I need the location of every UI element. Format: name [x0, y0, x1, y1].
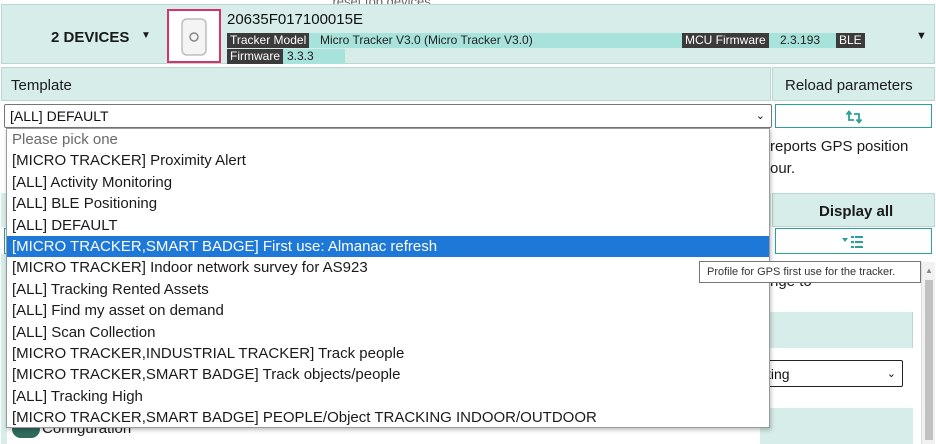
description-line-1: reports GPS position — [770, 138, 909, 155]
reload-icon — [845, 110, 863, 124]
devices-count-label[interactable]: 2 DEVICES — [51, 29, 129, 46]
template-dropdown-list[interactable]: Please pick one [MICRO TRACKER] Proximity… — [6, 128, 770, 428]
caret-down-icon[interactable]: ▼ — [141, 30, 151, 41]
device-info-strip: Tracker Model Micro Tracker V3.0 (Micro … — [227, 33, 865, 48]
dropdown-option[interactable]: [MICRO TRACKER,SMART BADGE] First use: A… — [7, 235, 769, 258]
tracker-model-value: Micro Tracker V3.0 (Micro Tracker V3.0) — [320, 33, 533, 47]
dropdown-option[interactable]: [ALL] Activity Monitoring — [7, 172, 769, 193]
teal-band — [760, 312, 913, 348]
option-tooltip: Profile for GPS first use for the tracke… — [699, 261, 921, 283]
ble-tag: BLE — [836, 33, 865, 48]
dropdown-option[interactable]: [MICRO TRACKER] Proximity Alert — [7, 150, 769, 171]
dropdown-option[interactable]: [MICRO TRACKER,INDUSTRIAL TRACKER] Track… — [7, 343, 769, 364]
dropdown-option[interactable]: [MICRO TRACKER,SMART BADGE] Track object… — [7, 364, 769, 385]
reload-button[interactable] — [775, 104, 932, 128]
dropdown-option[interactable]: [MICRO TRACKER,SMART BADGE] PEOPLE/Objec… — [7, 407, 769, 427]
dropdown-option[interactable]: [ALL] Tracking Rented Assets — [7, 279, 769, 300]
dropdown-option[interactable]: [ALL] DEFAULT — [7, 215, 769, 236]
chevron-down-icon[interactable]: ⌄ — [887, 367, 896, 380]
reload-header-cell: Reload parameters — [772, 67, 935, 101]
mcu-firmware-value: 2.3.193 — [780, 33, 821, 47]
device-thumbnail — [167, 9, 221, 63]
chevron-down-icon[interactable]: ⌄ — [756, 109, 765, 122]
template-header-cell: Template — [1, 67, 771, 101]
dropdown-option[interactable]: [ALL] Scan Collection — [7, 322, 769, 343]
display-all-header-cell: Display all — [772, 193, 935, 227]
template-description: reports GPS position our. — [770, 136, 930, 180]
dropdown-option[interactable]: [MICRO TRACKER] Indoor network survey fo… — [7, 257, 769, 278]
template-label: Template — [11, 77, 72, 94]
description-line-2: our. — [770, 160, 796, 177]
ble-firmware-value: 3.3.3 — [287, 49, 314, 63]
template-select-value: [ALL] DEFAULT — [10, 108, 109, 124]
dropdown-option[interactable]: [ALL] BLE Positioning — [7, 193, 769, 214]
scroll-thumb[interactable] — [925, 280, 933, 440]
caret-down-icon[interactable]: ▼ — [916, 30, 927, 42]
dropdown-option[interactable]: [ALL] Tracking High — [7, 386, 769, 407]
mcu-firmware-tag: MCU Firmware — [682, 33, 769, 48]
tracker-device-icon — [181, 18, 207, 56]
device-info-strip-2: Firmware 3.3.3 — [227, 49, 345, 64]
teal-band-2 — [760, 408, 913, 444]
template-select[interactable]: [ALL] DEFAULT ⌄ — [4, 104, 772, 128]
dropdown-placeholder[interactable]: Please pick one — [7, 129, 769, 150]
dropdown-option[interactable]: [ALL] Find my asset on demand — [7, 300, 769, 321]
display-all-button[interactable] — [775, 228, 932, 254]
display-all-label: Display all — [819, 203, 894, 220]
sub-select[interactable]: ting ⌄ — [760, 360, 903, 387]
tracker-model-tag: Tracker Model — [227, 33, 310, 48]
scrollbar[interactable]: ▲ — [921, 262, 935, 444]
reload-parameters-label: Reload parameters — [785, 77, 913, 94]
filter-list-icon — [842, 236, 863, 248]
device-serial: 20635F017100015E — [227, 11, 363, 28]
scroll-up-icon[interactable]: ▲ — [925, 266, 933, 275]
device-header: 2 DEVICES ▼ 20635F017100015E Tracker Mod… — [1, 4, 935, 64]
firmware-tag: Firmware — [227, 49, 283, 64]
sub-select-value: ting — [767, 366, 790, 382]
